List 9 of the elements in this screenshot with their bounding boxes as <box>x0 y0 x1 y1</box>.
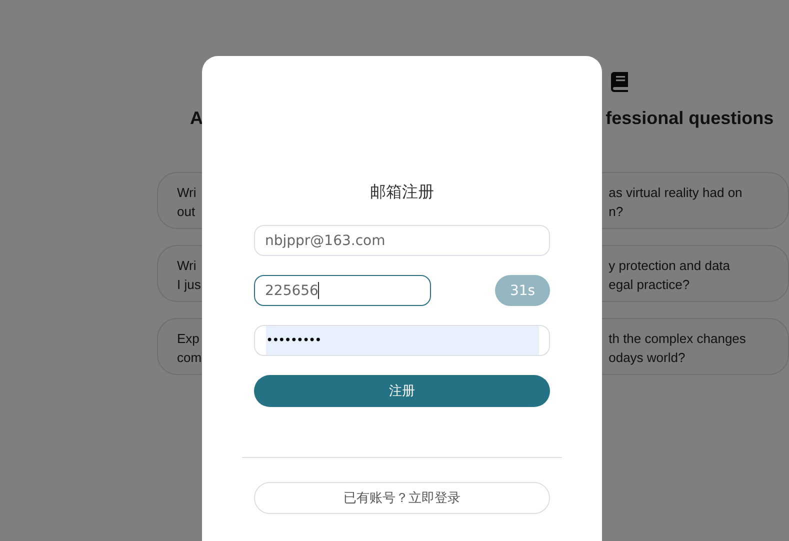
register-button[interactable]: 注册 <box>254 375 550 407</box>
code-field[interactable]: 225656 <box>254 275 431 306</box>
dialog-title: 邮箱注册 <box>369 182 435 203</box>
section-heading: A <box>190 108 203 129</box>
email-field[interactable]: nbjppr@163.com <box>254 225 550 256</box>
book-icon <box>610 72 628 92</box>
login-button[interactable]: 已有账号？立即登录 <box>254 482 550 514</box>
section-heading: fessional questions <box>606 108 774 129</box>
password-field[interactable]: ••••••••• <box>254 325 550 356</box>
